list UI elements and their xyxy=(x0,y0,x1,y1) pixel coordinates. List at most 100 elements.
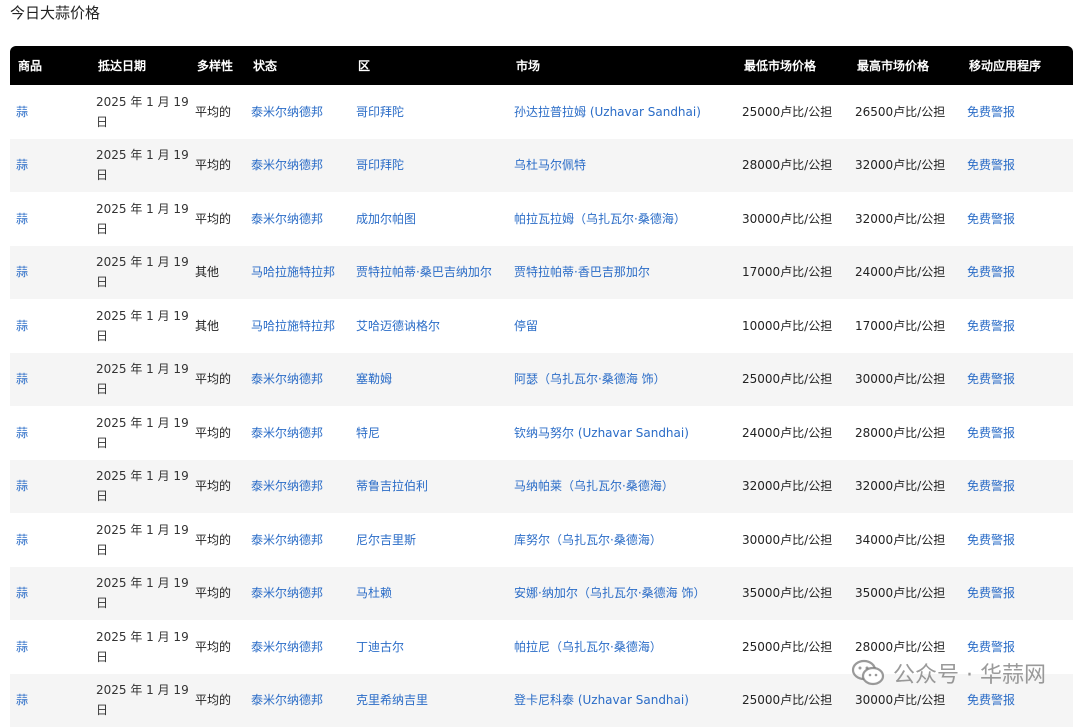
cell-free-alert-link[interactable]: 免费警报 xyxy=(967,158,1015,172)
cell-arrival-date-cell: 2025 年 1 月 19 日 xyxy=(90,139,189,193)
cell-free-alert-link[interactable]: 免费警报 xyxy=(967,426,1015,440)
cell-market-link[interactable]: 安娜·纳加尔（乌扎瓦尔·桑德海 饰） xyxy=(514,586,705,600)
cell-state-link[interactable]: 泰米尔纳德邦 xyxy=(251,158,323,172)
cell-free-alert-link[interactable]: 免费警报 xyxy=(967,212,1015,226)
header-market: 市场 xyxy=(508,46,736,85)
cell-free-alert-link[interactable]: 免费警报 xyxy=(967,265,1015,279)
cell-free-alert-cell: 免费警报 xyxy=(961,139,1073,193)
cell-market-link[interactable]: 帕拉瓦拉姆（乌扎瓦尔·桑德海） xyxy=(514,212,686,226)
cell-district-cell: 丁迪古尔 xyxy=(350,620,508,674)
cell-free-alert-link[interactable]: 免费警报 xyxy=(967,533,1015,547)
cell-max-price-cell: 34000卢比/公担 xyxy=(849,513,961,567)
cell-district-link[interactable]: 哥印拜陀 xyxy=(356,158,404,172)
cell-free-alert-link[interactable]: 免费警报 xyxy=(967,479,1015,493)
cell-max-price-cell: 32000卢比/公担 xyxy=(849,460,961,514)
table-header-row: 商品 抵达日期 多样性 状态 区 市场 最低市场价格 最高市场价格 移动应用程序 xyxy=(10,46,1073,85)
watermark-text: 公众号 · 华蒜网 xyxy=(893,657,1046,689)
cell-max-price: 30000卢比/公担 xyxy=(855,372,945,386)
cell-commodity-link[interactable]: 蒜 xyxy=(16,640,28,654)
cell-max-price: 35000卢比/公担 xyxy=(855,586,945,600)
cell-district-link[interactable]: 蒂鲁吉拉伯利 xyxy=(356,479,428,493)
cell-market-cell: 乌杜马尔佩特 xyxy=(508,139,736,193)
cell-district-link[interactable]: 贾特拉帕蒂·桑巴吉纳加尔 xyxy=(356,265,492,279)
cell-commodity-link[interactable]: 蒜 xyxy=(16,212,28,226)
cell-commodity-link[interactable]: 蒜 xyxy=(16,158,28,172)
cell-market-cell: 帕拉瓦拉姆（乌扎瓦尔·桑德海） xyxy=(508,192,736,246)
cell-district-link[interactable]: 特尼 xyxy=(356,426,380,440)
cell-market-link[interactable]: 乌杜马尔佩特 xyxy=(514,158,586,172)
cell-market-link[interactable]: 停留 xyxy=(514,319,538,333)
cell-free-alert-link[interactable]: 免费警报 xyxy=(967,105,1015,119)
cell-max-price: 26500卢比/公担 xyxy=(855,105,945,119)
cell-district-cell: 尼尔吉里斯 xyxy=(350,513,508,567)
cell-market-link[interactable]: 库努尔（乌扎瓦尔·桑德海） xyxy=(514,533,662,547)
cell-max-price-cell: 32000卢比/公担 xyxy=(849,192,961,246)
cell-commodity-link[interactable]: 蒜 xyxy=(16,586,28,600)
cell-variety-cell: 平均的 xyxy=(189,567,245,621)
cell-min-price: 25000卢比/公担 xyxy=(742,105,832,119)
cell-state-link[interactable]: 泰米尔纳德邦 xyxy=(251,586,323,600)
cell-max-price-cell: 30000卢比/公担 xyxy=(849,353,961,407)
cell-state-link[interactable]: 马哈拉施特拉邦 xyxy=(251,319,335,333)
cell-district-link[interactable]: 丁迪古尔 xyxy=(356,640,404,654)
cell-free-alert-link[interactable]: 免费警报 xyxy=(967,586,1015,600)
cell-free-alert-link[interactable]: 免费警报 xyxy=(967,319,1015,333)
cell-min-price: 25000卢比/公担 xyxy=(742,640,832,654)
cell-commodity-link[interactable]: 蒜 xyxy=(16,693,28,707)
cell-variety-cell: 其他 xyxy=(189,299,245,353)
cell-market-link[interactable]: 钦纳马努尔 (Uzhavar Sandhai) xyxy=(514,426,689,440)
cell-commodity-link[interactable]: 蒜 xyxy=(16,265,28,279)
cell-district-link[interactable]: 哥印拜陀 xyxy=(356,105,404,119)
cell-state-link[interactable]: 马哈拉施特拉邦 xyxy=(251,265,335,279)
cell-min-price-cell: 24000卢比/公担 xyxy=(736,406,849,460)
cell-max-price: 32000卢比/公担 xyxy=(855,158,945,172)
cell-district-link[interactable]: 成加尔帕图 xyxy=(356,212,416,226)
cell-commodity-cell: 蒜 xyxy=(10,139,90,193)
cell-district-link[interactable]: 塞勒姆 xyxy=(356,372,392,386)
cell-state-link[interactable]: 泰米尔纳德邦 xyxy=(251,372,323,386)
table-row: 蒜2025 年 1 月 19 日平均的泰米尔纳德邦成加尔帕图帕拉瓦拉姆（乌扎瓦尔… xyxy=(10,192,1073,246)
cell-district-link[interactable]: 马杜赖 xyxy=(356,586,392,600)
cell-min-price-cell: 25000卢比/公担 xyxy=(736,353,849,407)
cell-max-price: 32000卢比/公担 xyxy=(855,479,945,493)
cell-commodity-link[interactable]: 蒜 xyxy=(16,372,28,386)
cell-market-link[interactable]: 帕拉尼（乌扎瓦尔·桑德海） xyxy=(514,640,662,654)
cell-state-cell: 泰米尔纳德邦 xyxy=(245,85,350,139)
cell-arrival-date: 2025 年 1 月 19 日 xyxy=(96,202,189,236)
cell-district-link[interactable]: 尼尔吉里斯 xyxy=(356,533,416,547)
cell-state-link[interactable]: 泰米尔纳德邦 xyxy=(251,105,323,119)
cell-market-cell: 安娜·纳加尔（乌扎瓦尔·桑德海 饰） xyxy=(508,567,736,621)
cell-state-cell: 马哈拉施特拉邦 xyxy=(245,246,350,300)
cell-free-alert-link[interactable]: 免费警报 xyxy=(967,372,1015,386)
cell-state-cell: 泰米尔纳德邦 xyxy=(245,620,350,674)
cell-variety: 平均的 xyxy=(195,105,231,119)
cell-commodity-link[interactable]: 蒜 xyxy=(16,533,28,547)
cell-min-price-cell: 10000卢比/公担 xyxy=(736,299,849,353)
cell-free-alert-cell: 免费警报 xyxy=(961,246,1073,300)
cell-state-link[interactable]: 泰米尔纳德邦 xyxy=(251,479,323,493)
cell-commodity-link[interactable]: 蒜 xyxy=(16,426,28,440)
cell-district-link[interactable]: 艾哈迈德讷格尔 xyxy=(356,319,440,333)
cell-state-link[interactable]: 泰米尔纳德邦 xyxy=(251,212,323,226)
header-commodity: 商品 xyxy=(10,46,90,85)
cell-min-price: 28000卢比/公担 xyxy=(742,158,832,172)
cell-state-link[interactable]: 泰米尔纳德邦 xyxy=(251,533,323,547)
cell-market-link[interactable]: 登卡尼科泰 (Uzhavar Sandhai) xyxy=(514,693,689,707)
cell-free-alert-link[interactable]: 免费警报 xyxy=(967,693,1015,707)
cell-market-link[interactable]: 贾特拉帕蒂·香巴吉那加尔 xyxy=(514,265,650,279)
cell-commodity-link[interactable]: 蒜 xyxy=(16,479,28,493)
cell-market-link[interactable]: 孙达拉普拉姆 (Uzhavar Sandhai) xyxy=(514,105,701,119)
garlic-price-table: 商品 抵达日期 多样性 状态 区 市场 最低市场价格 最高市场价格 移动应用程序… xyxy=(10,46,1073,727)
cell-district-cell: 马杜赖 xyxy=(350,567,508,621)
cell-arrival-date: 2025 年 1 月 19 日 xyxy=(96,469,189,503)
cell-state-link[interactable]: 泰米尔纳德邦 xyxy=(251,693,323,707)
cell-market-link[interactable]: 马纳帕莱（乌扎瓦尔·桑德海） xyxy=(514,479,674,493)
cell-commodity-link[interactable]: 蒜 xyxy=(16,105,28,119)
cell-state-link[interactable]: 泰米尔纳德邦 xyxy=(251,426,323,440)
cell-commodity-link[interactable]: 蒜 xyxy=(16,319,28,333)
cell-district-link[interactable]: 克里希纳吉里 xyxy=(356,693,428,707)
cell-state-link[interactable]: 泰米尔纳德邦 xyxy=(251,640,323,654)
cell-state-cell: 泰米尔纳德邦 xyxy=(245,139,350,193)
cell-free-alert-link[interactable]: 免费警报 xyxy=(967,640,1015,654)
cell-market-link[interactable]: 阿瑟（乌扎瓦尔·桑德海 饰） xyxy=(514,372,666,386)
